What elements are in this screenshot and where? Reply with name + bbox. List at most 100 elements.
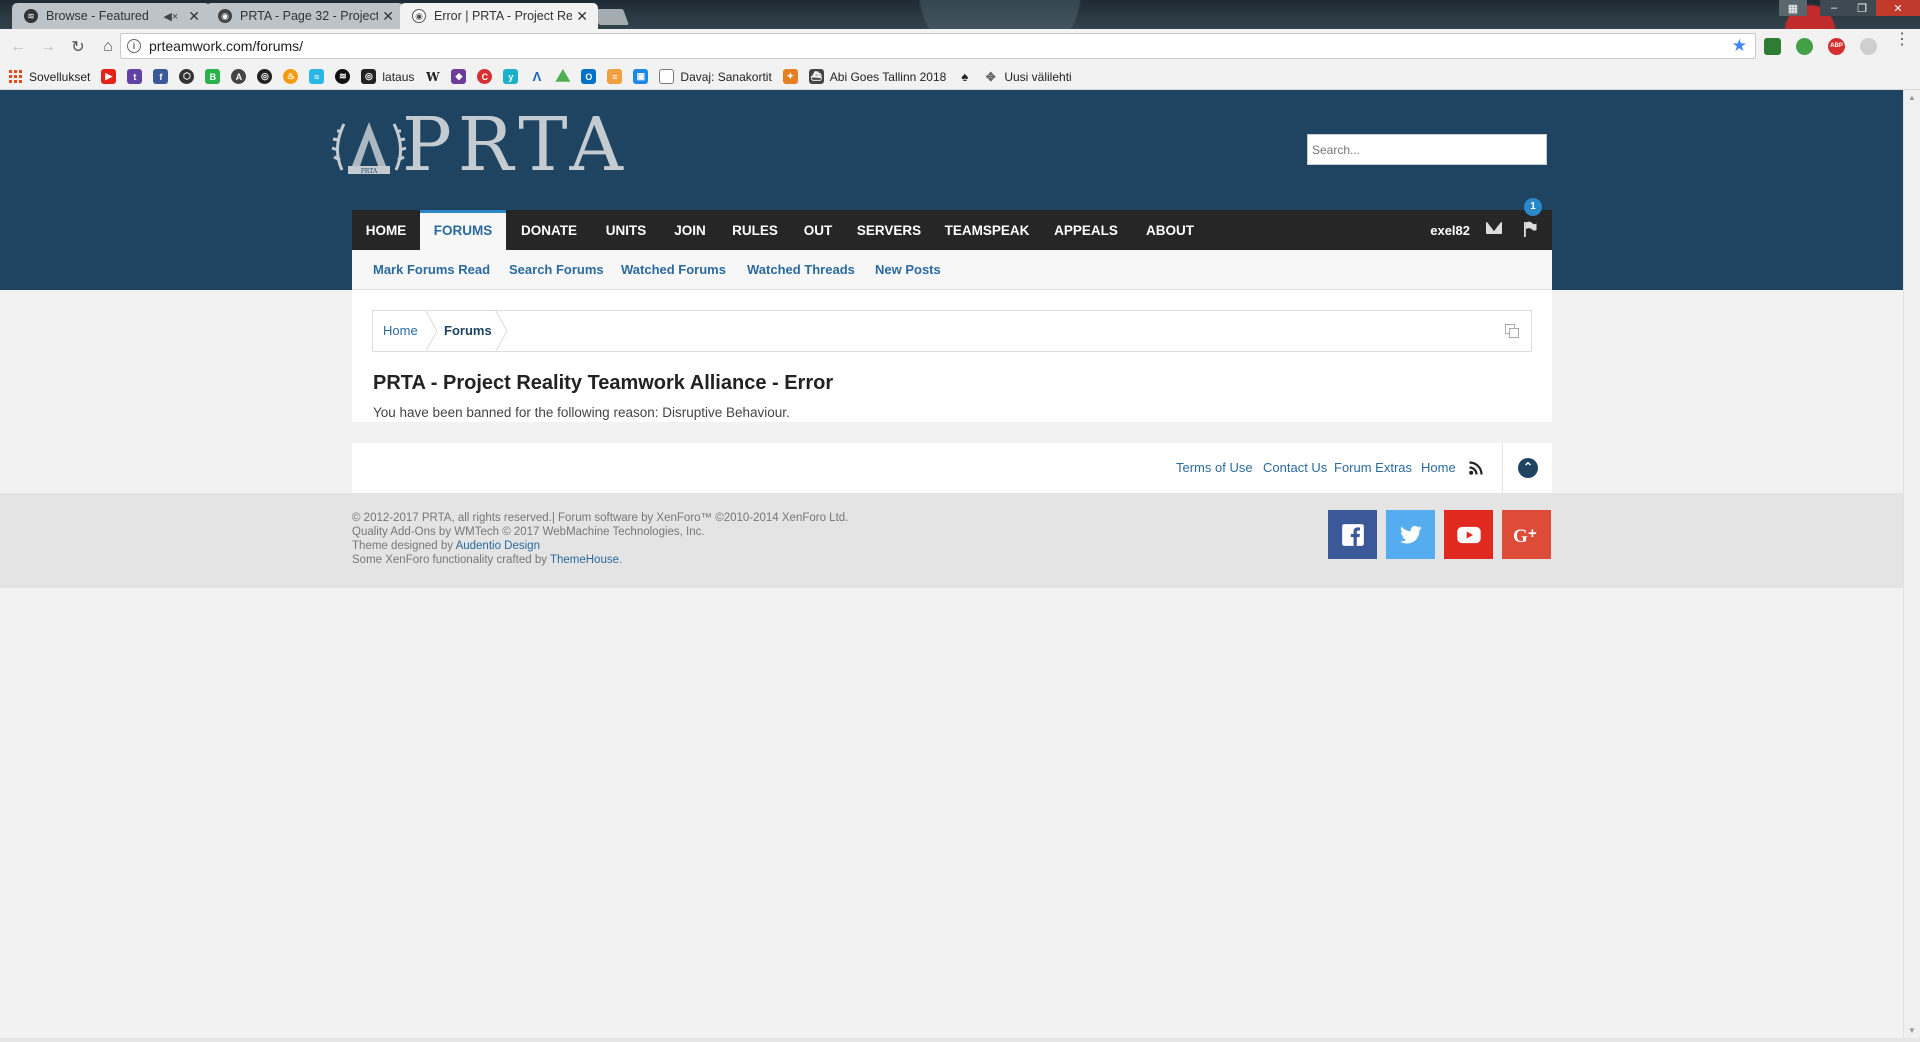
tab-error-active[interactable]: ◉ Error | PRTA - Project Re ✕ [400,3,598,29]
bookmark-apps[interactable]: Sovellukset [9,70,90,84]
bookmark-bird[interactable]: ♠ [957,69,972,84]
info-icon[interactable]: i [127,39,141,53]
breadcrumb-home[interactable]: Home [383,311,418,351]
bookmark-page[interactable]: ≡ [607,69,623,84]
bookmarks-bar: Sovellukset ▶ t f ⬡ B A ◎ ♨ ≈ ≋ ◎ lataus… [0,64,1920,90]
scroll-down-icon[interactable]: ▼ [1904,1026,1920,1035]
bookmark-lambda[interactable]: Λ [529,69,544,84]
terms-of-use-link[interactable]: Terms of Use [1176,443,1253,493]
youtube-button[interactable] [1444,510,1493,559]
flag-icon[interactable] [1523,221,1537,237]
search-input[interactable] [1307,134,1547,165]
close-tab-icon[interactable]: ✕ [576,8,588,25]
extension-grey-icon[interactable] [1860,38,1877,55]
bookmark-yle[interactable]: y [503,69,519,84]
bookmark-abi[interactable]: ⛴ Abi Goes Tallinn 2018 [808,69,946,84]
nav-tab-join[interactable]: JOIN [660,210,720,250]
nav-tab-home[interactable]: HOME [352,210,420,250]
footer-home-link[interactable]: Home [1421,443,1456,493]
chrome-menu-icon[interactable]: ⋮ [1894,32,1910,48]
username-link[interactable]: exel82 [1430,210,1470,250]
address-bar[interactable]: i prteamwork.com/forums/ ★ [120,33,1756,59]
nav-tab-about[interactable]: ABOUT [1130,210,1210,250]
facebook-icon [1341,523,1364,546]
breadcrumb-forums[interactable]: Forums [444,311,492,351]
bookmark-wave[interactable]: ≈ [309,69,325,84]
scroll-up-icon[interactable]: ▲ [1904,93,1920,102]
speaker-muted-icon[interactable]: ◀× [163,10,178,23]
credit-text: Some XenForo functionality crafted by [352,554,550,566]
bookmark-ninja[interactable]: ✦ [782,69,798,84]
wikipedia-icon: W [426,69,440,84]
back-to-top-button[interactable]: ⌃ [1502,443,1552,493]
rss-icon[interactable] [1469,461,1483,475]
tab-prta-page[interactable]: ◉ PRTA - Page 32 - Project ✕ [206,3,404,29]
minimize-button[interactable]: – [1820,0,1848,16]
bookmark-twitch[interactable]: t [127,69,143,84]
site-logo[interactable]: PRTA PRTA [330,108,629,182]
bookmark-facebook[interactable]: f [153,69,169,84]
bookmark-shield[interactable]: ◆ [451,69,467,84]
home-icon[interactable]: ⌂ [93,38,123,56]
c-icon: C [477,69,493,84]
watched-threads-link[interactable]: Watched Threads [747,250,855,290]
bookmark-davaj[interactable]: Davaj: Sanakortit [659,69,772,84]
bookmark-star-icon[interactable]: ★ [1732,36,1747,56]
puzzle-icon: ✥ [985,69,996,84]
close-tab-icon[interactable]: ✕ [382,8,394,25]
google-plus-button[interactable]: G + [1502,510,1551,559]
nav-tab-donate[interactable]: DONATE [506,210,592,250]
bookmark-outlook[interactable]: O [581,69,597,84]
reload-icon[interactable]: ↻ [63,37,93,57]
extension-check-icon[interactable] [1764,38,1781,55]
alert-badge[interactable]: 1 [1524,198,1542,216]
nav-tab-units[interactable]: UNITS [592,210,660,250]
bookmark-youtube[interactable]: ▶ [101,69,117,84]
nav-tab-out[interactable]: OUT [790,210,846,250]
wave-icon: ≈ [309,69,325,84]
bookmark-lataus[interactable]: ◎ lataus [361,69,414,84]
envelope-icon[interactable] [1486,222,1502,234]
contact-us-link[interactable]: Contact Us [1263,443,1327,493]
themehouse-link[interactable]: ThemeHouse [550,554,619,566]
copy-link-icon[interactable] [1505,324,1519,338]
footer-bottom: © 2012-2017 PRTA, all rights reserved.| … [0,493,1903,588]
nav-tab-forums[interactable]: FORUMS [420,210,506,250]
mark-forums-read-link[interactable]: Mark Forums Read [373,250,490,290]
extension-refresh-icon[interactable] [1796,38,1813,55]
nav-tab-rules[interactable]: RULES [720,210,790,250]
facebook-button[interactable] [1328,510,1377,559]
adblock-icon[interactable]: ABP [1828,38,1845,55]
audentio-link[interactable]: Audentio Design [456,540,540,552]
close-window-button[interactable]: ✕ [1876,0,1920,16]
bookmark-new-tab[interactable]: ✥ Uusi välilehti [983,69,1072,84]
watched-forums-link[interactable]: Watched Forums [621,250,726,290]
forward-arrow-icon[interactable]: → [33,38,63,56]
bookmark-drive[interactable] [555,69,571,84]
maximize-button[interactable]: ❐ [1848,0,1876,16]
bookmark-b[interactable]: B [205,69,221,84]
profile-icon[interactable]: ▦ [1779,0,1807,16]
bookmark-c[interactable]: C [477,69,493,84]
bookmark-spotify[interactable]: ≋ [335,69,351,84]
tab-spotify[interactable]: ≋ Browse - Featured ◀× ✕ [12,3,210,29]
back-arrow-icon[interactable]: ← [3,38,33,56]
new-tab-button[interactable] [593,9,629,25]
bookmark-hex[interactable]: ⬡ [179,69,195,84]
bookmark-circle-a[interactable]: A [231,69,247,84]
close-tab-icon[interactable]: ✕ [188,8,200,25]
bookmark-wikipedia[interactable]: W [425,69,440,84]
search-forums-link[interactable]: Search Forums [509,250,604,290]
forum-extras-link[interactable]: Forum Extras [1334,443,1412,493]
nav-tab-appeals[interactable]: APPEALS [1042,210,1130,250]
bookmark-steam[interactable]: ◎ [257,69,273,84]
ship-icon: ⛴ [808,69,824,84]
twitter-button[interactable] [1386,510,1435,559]
new-posts-link[interactable]: New Posts [875,250,941,290]
page-scrollbar[interactable]: ▲ ▼ [1903,90,1920,1038]
nav-tab-servers[interactable]: SERVERS [846,210,932,250]
bookmark-fire[interactable]: ♨ [283,69,299,84]
nav-tab-teamspeak[interactable]: TEAMSPEAK [932,210,1042,250]
browser-toolbar: ← → ↻ ⌂ i prteamwork.com/forums/ ★ [0,29,1920,64]
bookmark-note[interactable]: ▣ [633,69,649,84]
